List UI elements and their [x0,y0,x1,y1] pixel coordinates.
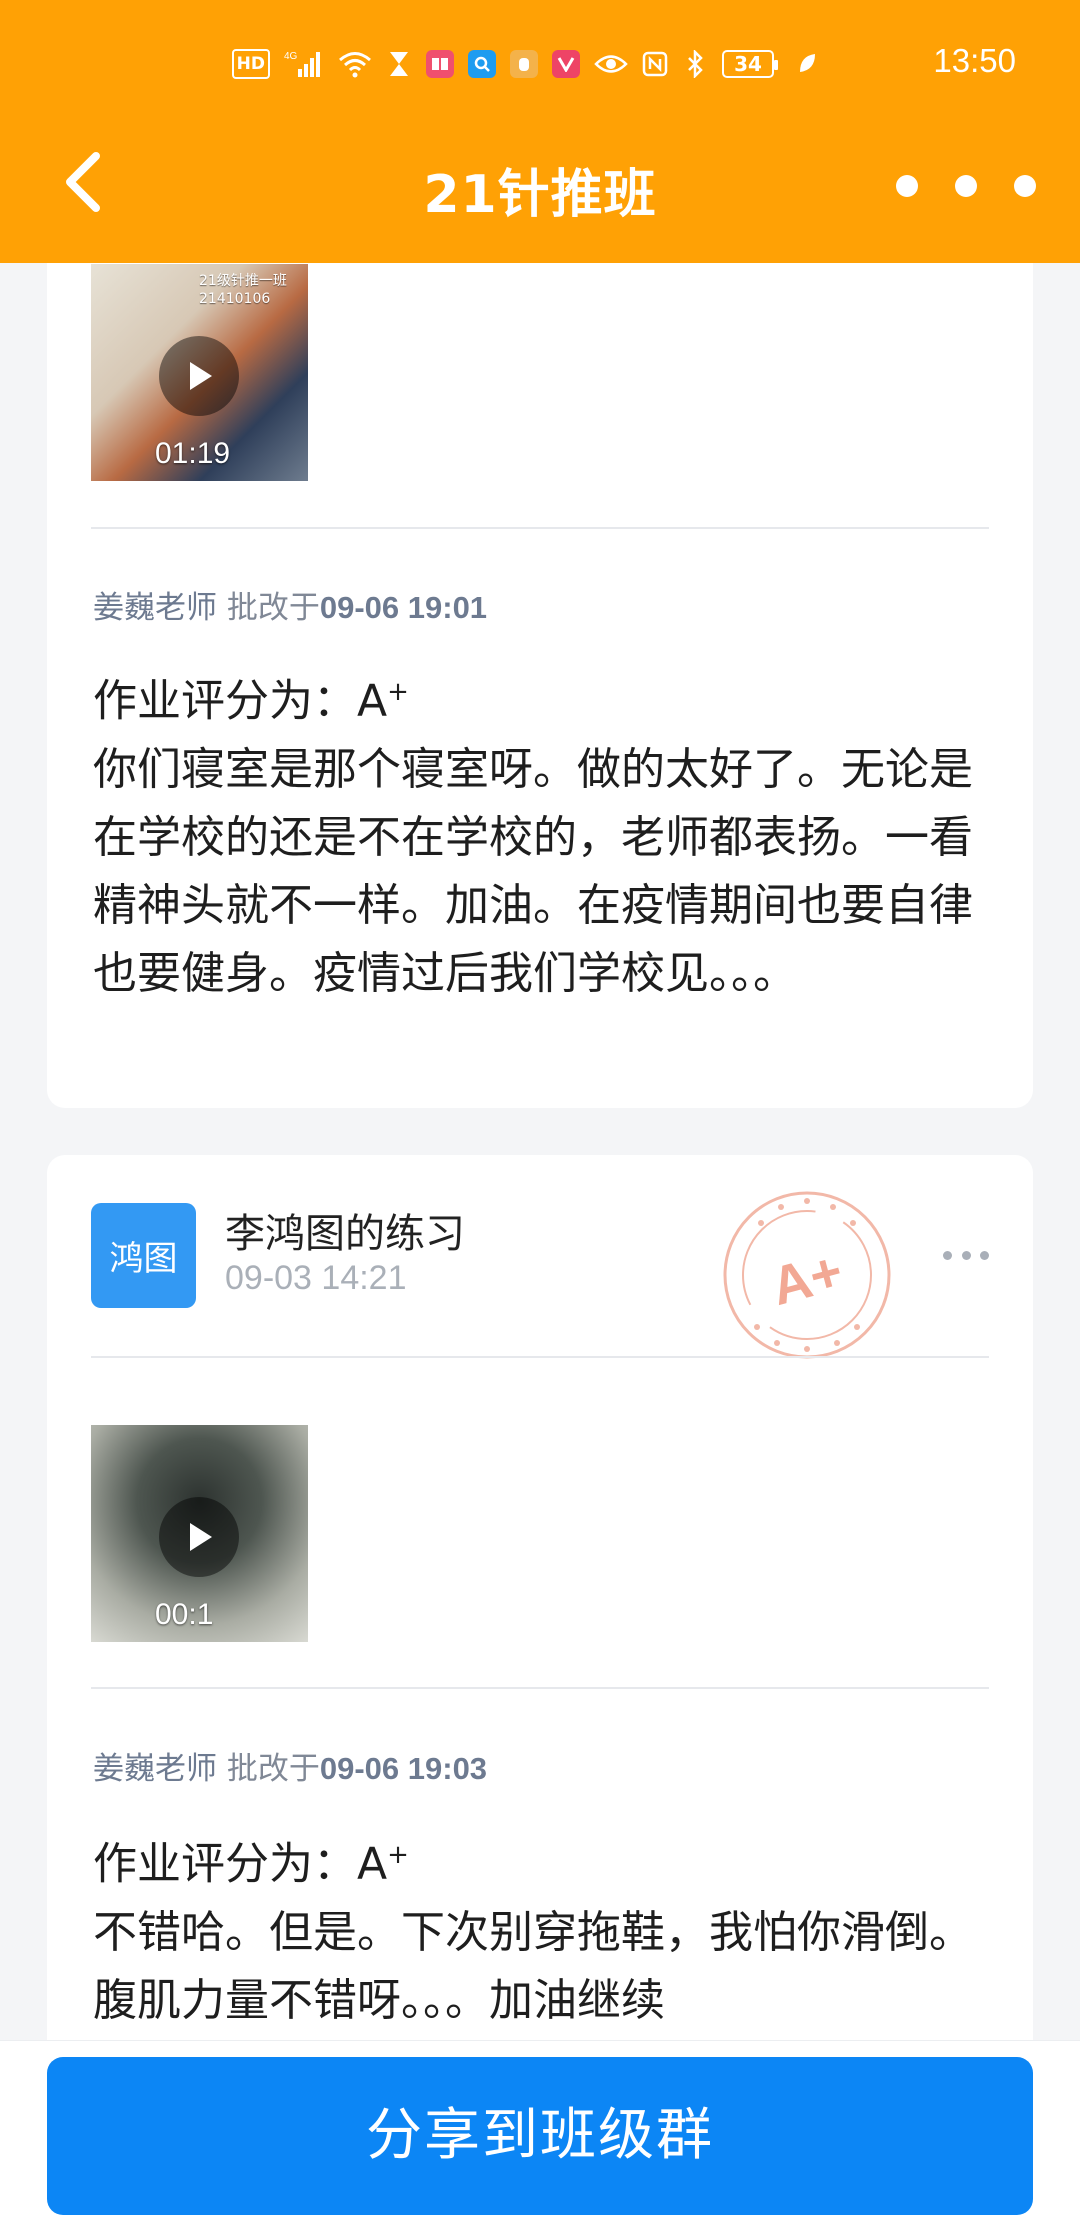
divider [91,1356,989,1358]
v-app-icon [552,50,580,78]
leaf-icon [794,49,820,79]
review-comment: 作业评分为：A+ 你们寝室是那个寝室呀。做的太好了。无论是在学校的还是不在学校的… [93,658,993,1008]
app-header: HD 4G 34 13:50 21针推班 [0,0,1080,263]
play-icon [190,1523,212,1551]
play-icon [190,362,212,390]
video-duration: 00:1 [155,1598,214,1631]
card-more-button[interactable] [943,1251,989,1263]
more-options-button[interactable] [896,166,1036,206]
bluetooth-icon [682,49,708,79]
svg-text:4G: 4G [284,51,298,62]
student-title: 李鸿图的练习 [225,1211,465,1257]
review-comment: 作业评分为：A+ 不错哈。但是。下次别穿拖鞋，我怕你滑倒。腹肌力量不错呀。。。加… [93,1821,993,2035]
wifi-icon [338,49,372,79]
score-label: 作业评分为：A [93,1838,388,1890]
score-line: 作业评分为：A+ [93,1821,993,1899]
score-sup: + [387,677,409,707]
reviewed-at: 09-06 19:03 [319,1751,488,1786]
review-meta: 姜巍老师 批改于09-06 19:01 [93,582,487,627]
status-bar: HD 4G 34 13:50 [0,36,1080,92]
nav-bar: 21针推班 [0,128,1080,238]
bottom-bar: 分享到班级群 [0,2040,1080,2228]
more-dot-icon [943,1251,952,1260]
video-thumbnail[interactable]: 21级针推一班 21410106 01:19 [91,264,308,481]
avatar[interactable]: 鸿图 [91,1203,196,1308]
status-time: 13:50 [933,42,1016,79]
more-dot-icon [1014,175,1036,197]
score-line: 作业评分为：A+ [93,658,993,736]
more-dot-icon [980,1251,989,1260]
divider [91,527,989,529]
battery-icon: 34 [722,50,778,78]
divider [91,1687,989,1689]
homework-card: 21级针推一班 21410106 01:19 姜巍老师 批改于09-06 19:… [47,200,1033,1108]
score-sup: + [387,1840,409,1870]
reviewed-prefix: 批改于 [217,590,320,626]
nfc-icon [642,49,668,79]
grade-stamp-text: A+ [765,1241,849,1317]
more-dot-icon [896,175,918,197]
grade-stamp-icon: A+ [723,1191,891,1359]
video-caption: 21级针推一班 21410106 [199,273,287,307]
post-time: 09-03 14:21 [225,1259,407,1297]
reviewer-name: 姜巍老师 [93,1751,217,1787]
comment-text: 不错哈。但是。下次别穿拖鞋，我怕你滑倒。腹肌力量不错呀。。。加油继续 [93,1906,973,2026]
play-button[interactable] [159,1497,239,1577]
reviewed-at: 09-06 19:01 [319,590,488,625]
share-to-class-group-button[interactable]: 分享到班级群 [47,2057,1033,2215]
more-dot-icon [961,1251,971,1260]
more-dot-icon [955,175,977,197]
play-button[interactable] [159,336,239,416]
video-thumbnail[interactable]: 00:1 [91,1425,308,1642]
signal-icon: 4G [284,49,324,79]
book-app-icon [426,50,454,78]
search-app-icon [468,50,496,78]
reviewer-name: 姜巍老师 [93,590,217,626]
hand-app-icon [510,50,538,78]
video-duration: 01:19 [155,437,231,470]
status-icons: HD 4G 34 [231,44,820,84]
eye-icon [594,49,628,79]
comment-text: 你们寝室是那个寝室呀。做的太好了。无论是在学校的还是不在学校的，老师都表扬。一看… [93,743,973,999]
hourglass-icon [386,49,412,79]
score-label: 作业评分为：A [93,675,388,727]
hd-icon: HD [231,49,270,79]
review-meta: 姜巍老师 批改于09-06 19:03 [93,1743,487,1788]
reviewed-prefix: 批改于 [217,1751,320,1787]
